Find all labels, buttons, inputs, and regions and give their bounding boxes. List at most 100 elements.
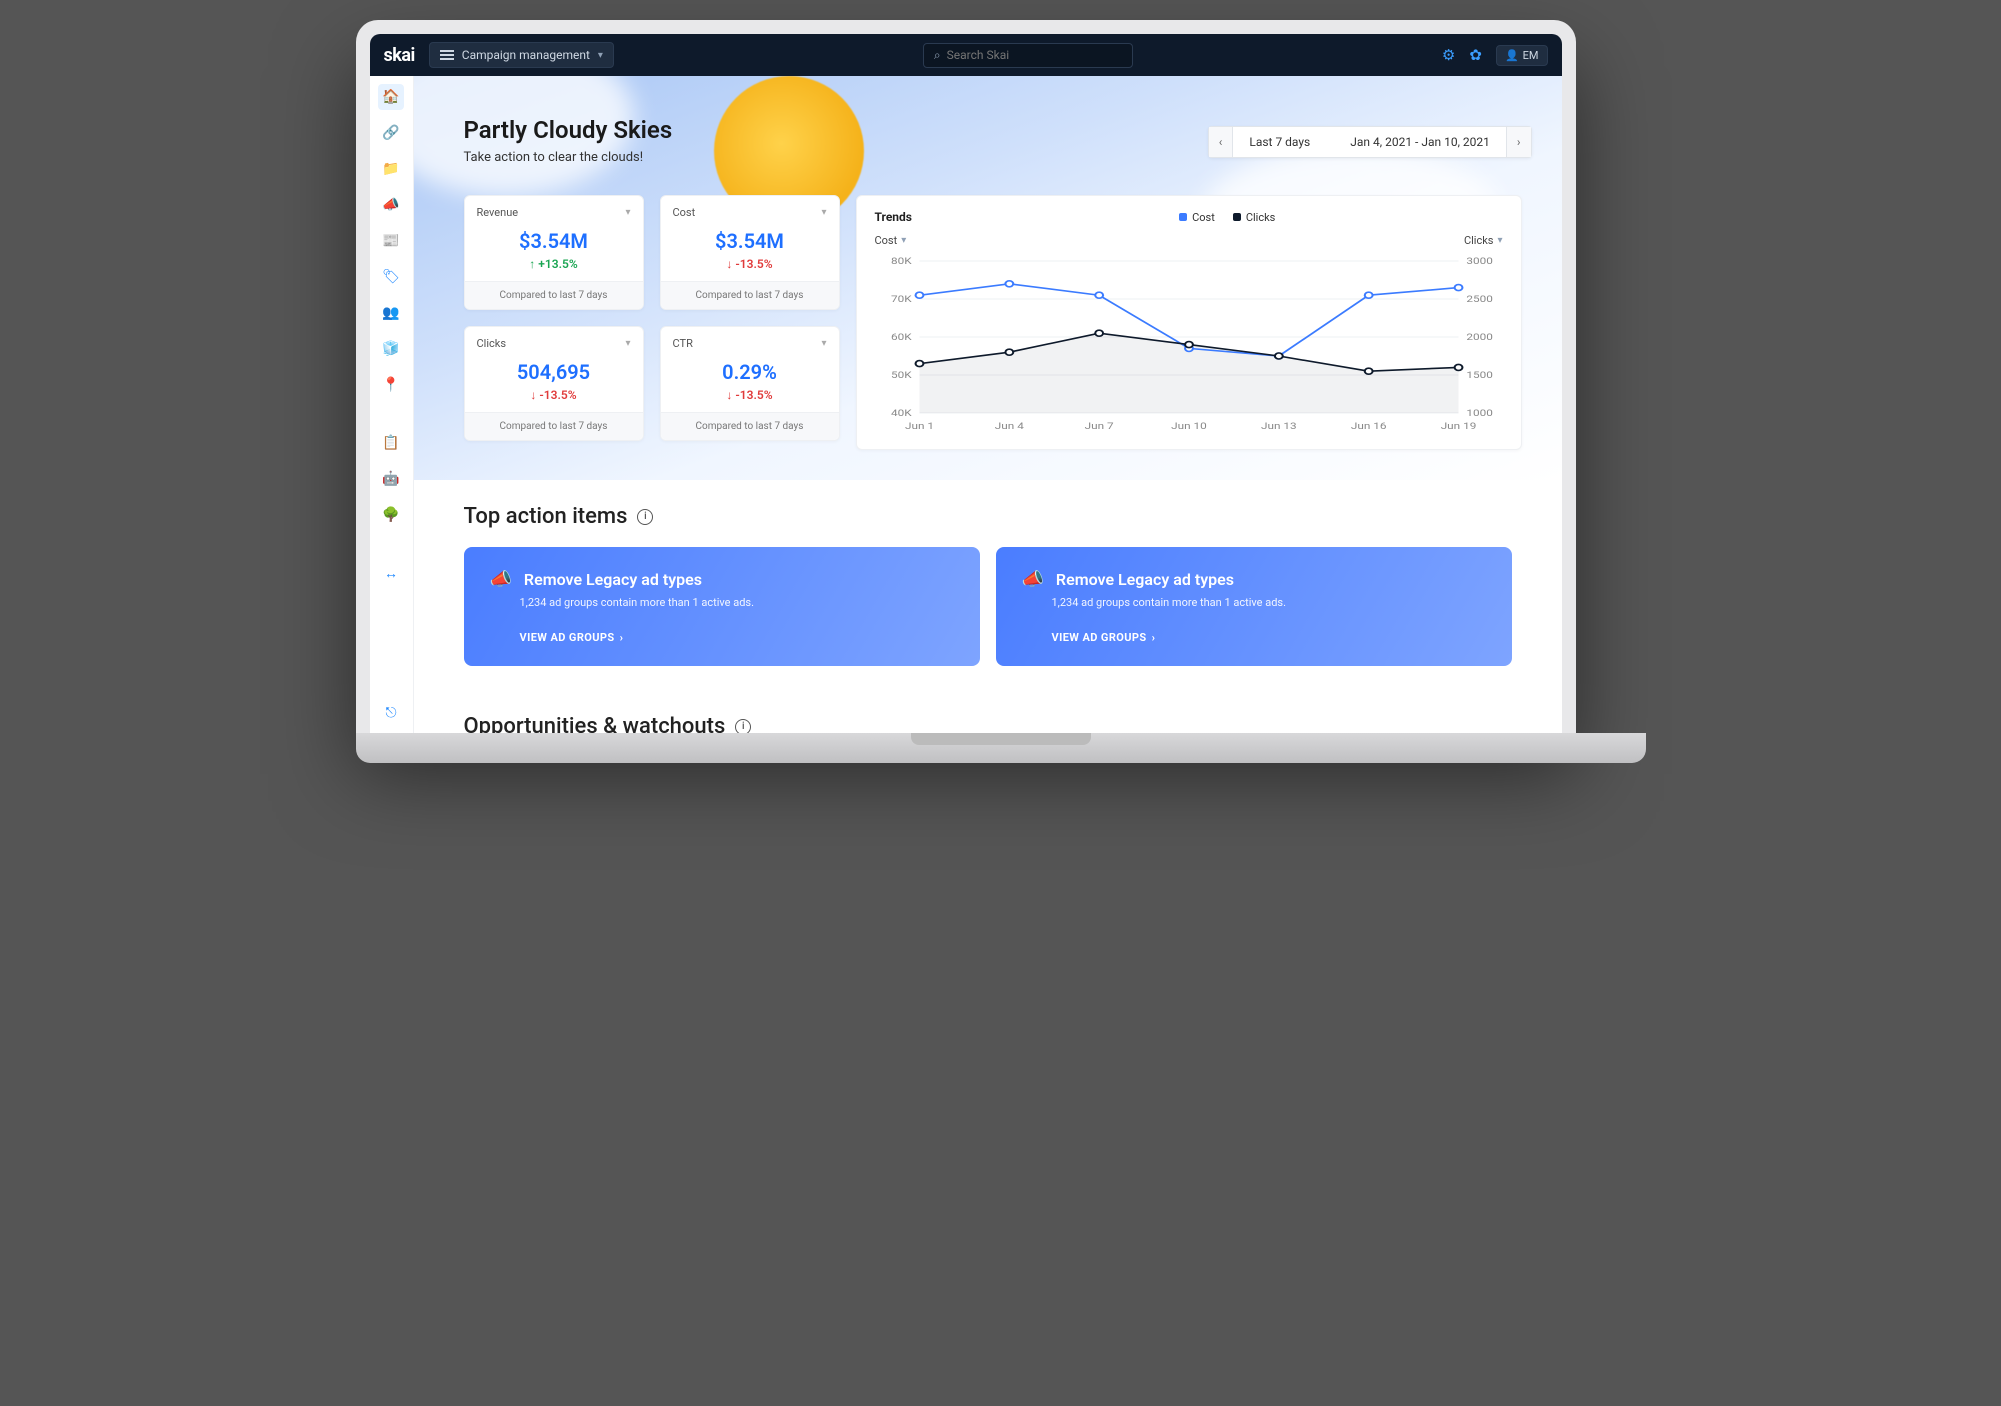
sidebar-tree-icon[interactable]: 🌳 <box>378 502 404 528</box>
date-next-button[interactable]: › <box>1506 127 1531 157</box>
metric-compare: Compared to last 7 days <box>465 281 643 309</box>
legend-dot-clicks <box>1233 213 1241 221</box>
metric-menu-icon[interactable]: ▾ <box>625 338 630 349</box>
metric-name: Revenue <box>477 206 519 219</box>
action-cta[interactable]: VIEW AD GROUPS › <box>1052 631 1486 644</box>
sidebar-people-icon[interactable]: 👥 <box>378 300 404 326</box>
svg-text:Jun 10: Jun 10 <box>1171 420 1207 431</box>
left-axis-select[interactable]: Cost ▾ <box>875 234 907 247</box>
sidebar-list-icon[interactable]: 📋 <box>378 430 404 456</box>
metric-menu-icon[interactable]: ▾ <box>821 207 826 218</box>
arrow-down-icon: ↓ <box>726 388 732 402</box>
search-input[interactable] <box>947 48 1122 62</box>
action-title: Remove Legacy ad types <box>524 570 702 589</box>
sidebar-cube-icon[interactable]: 🧊 <box>378 336 404 362</box>
sidebar-tag-icon[interactable]: 🏷 <box>378 264 404 290</box>
date-range-value: Jan 4, 2021 - Jan 10, 2021 <box>1350 135 1490 149</box>
section-title: Top action items i <box>464 504 1512 529</box>
legend-dot-cost <box>1179 213 1187 221</box>
trends-title: Trends <box>875 210 912 224</box>
svg-text:3000: 3000 <box>1466 255 1493 266</box>
settings-icon[interactable]: ✿ <box>1469 46 1482 64</box>
megaphone-icon: 📣 <box>490 569 512 590</box>
date-prev-button[interactable]: ‹ <box>1209 127 1234 157</box>
sidebar: 🏠 🔗 📁 📣 📰 🏷 👥 🧊 📍 📋 🤖 🌳 ↔ ⎋ <box>370 76 414 734</box>
app-screen: skai Campaign management ▾ ⌕ ⚙ ✿ 👤 EM 🏠 … <box>370 34 1562 734</box>
arrow-down-icon: ↓ <box>726 257 732 271</box>
chevron-down-icon: ▾ <box>901 235 906 246</box>
chevron-down-icon: ▾ <box>598 50 603 61</box>
sidebar-ads-icon[interactable]: 📰 <box>378 228 404 254</box>
metric-value: 0.29% <box>661 360 839 384</box>
info-icon[interactable]: i <box>637 509 653 525</box>
main-content: Partly Cloudy Skies Take action to clear… <box>414 76 1562 734</box>
sidebar-pin-icon[interactable]: 📍 <box>378 372 404 398</box>
sidebar-folder-icon[interactable]: 📁 <box>378 156 404 182</box>
metric-card-cost: Cost▾ $3.54M ↓ -13.5% Compared to last 7… <box>660 195 840 310</box>
svg-text:50K: 50K <box>891 369 912 380</box>
svg-text:60K: 60K <box>891 331 912 342</box>
metric-compare: Compared to last 7 days <box>661 281 839 309</box>
user-icon: 👤 <box>1505 49 1519 62</box>
metric-delta: ↓ -13.5% <box>465 388 643 402</box>
svg-text:Jun 4: Jun 4 <box>994 420 1023 431</box>
trends-chart: 40K50K60K70K80K10001500200025003000Jun 1… <box>875 255 1503 435</box>
svg-text:Jun 13: Jun 13 <box>1261 420 1297 431</box>
user-menu[interactable]: 👤 EM <box>1496 45 1548 66</box>
user-initials: EM <box>1523 49 1539 62</box>
svg-text:1000: 1000 <box>1466 407 1493 418</box>
metric-compare: Compared to last 7 days <box>465 412 643 440</box>
svg-text:70K: 70K <box>891 293 912 304</box>
sidebar-megaphone-icon[interactable]: 📣 <box>378 192 404 218</box>
metric-card-clicks: Clicks ▾ 504,695 ↓ -13.5% Compared to las… <box>464 326 644 441</box>
brand-logo: skai <box>384 45 415 66</box>
metric-delta: ↓ -13.5% <box>661 388 839 402</box>
svg-text:Jun 19: Jun 19 <box>1440 420 1476 431</box>
sidebar-swap-icon[interactable]: ↔ <box>378 560 404 586</box>
hero: Partly Cloudy Skies Take action to clear… <box>414 76 1562 480</box>
chevron-right-icon: › <box>620 631 624 644</box>
svg-text:40K: 40K <box>891 407 912 418</box>
megaphone-icon: 📣 <box>1022 569 1044 590</box>
metric-menu-icon[interactable]: ▾ <box>821 338 826 349</box>
svg-text:80K: 80K <box>891 255 912 266</box>
trends-card: Trends Cost Clicks Cost ▾ Clicks ▾ 40K 50… <box>856 195 1522 450</box>
chevron-right-icon: › <box>1152 631 1156 644</box>
arrow-up-icon: ↑ <box>529 257 535 271</box>
search-icon: ⌕ <box>934 48 941 63</box>
action-card: 📣 Remove Legacy ad types 1,234 ad groups … <box>464 547 980 666</box>
metric-menu-icon[interactable]: ▾ <box>625 207 630 218</box>
sidebar-hierarchy-icon[interactable]: 🔗 <box>378 120 404 146</box>
action-subtitle: 1,234 ad groups contain more than 1 acti… <box>520 596 954 609</box>
metric-delta: ↓ -13.5% <box>661 257 839 271</box>
top-actions-section: Top action items i 📣 Remove Legacy ad typ… <box>414 480 1562 690</box>
search-input-wrap[interactable]: ⌕ <box>923 43 1133 68</box>
info-icon[interactable]: i <box>735 719 751 735</box>
menu-icon <box>440 48 454 62</box>
topbar: skai Campaign management ▾ ⌕ ⚙ ✿ 👤 EM <box>370 34 1562 76</box>
filters-icon[interactable]: ⚙ <box>1442 46 1455 64</box>
metric-value: 504,695 <box>465 360 643 384</box>
svg-text:Jun 7: Jun 7 <box>1084 420 1113 431</box>
campaign-nav-select[interactable]: Campaign management ▾ <box>429 42 614 68</box>
trends-legend: Cost Clicks <box>1179 211 1275 224</box>
svg-text:2500: 2500 <box>1466 293 1493 304</box>
sidebar-home-icon[interactable]: 🏠 <box>378 84 404 110</box>
metric-name: Clicks <box>477 337 507 350</box>
sidebar-robot-icon[interactable]: 🤖 <box>378 466 404 492</box>
nav-label: Campaign management <box>462 48 590 62</box>
metric-name: CTR <box>673 337 693 350</box>
right-axis-select[interactable]: Clicks ▾ <box>1464 234 1503 247</box>
arrow-down-icon: ↓ <box>530 388 536 402</box>
metric-name: Cost <box>673 206 696 219</box>
date-range-picker[interactable]: ‹ Last 7 days Jan 4, 2021 - Jan 10, 2021… <box>1208 126 1532 158</box>
metric-delta: ↑ +13.5% <box>465 257 643 271</box>
metric-compare: Compared to last 7 days <box>661 412 839 440</box>
sidebar-logout-icon[interactable]: ⎋ <box>378 700 404 726</box>
action-cta[interactable]: VIEW AD GROUPS › <box>520 631 954 644</box>
svg-text:Jun 1: Jun 1 <box>904 420 933 431</box>
svg-text:2000: 2000 <box>1466 331 1493 342</box>
section-title: Opportunities & watchouts i <box>464 714 1512 734</box>
chevron-down-icon: ▾ <box>1497 235 1502 246</box>
opportunities-section: Opportunities & watchouts i <box>414 690 1562 734</box>
